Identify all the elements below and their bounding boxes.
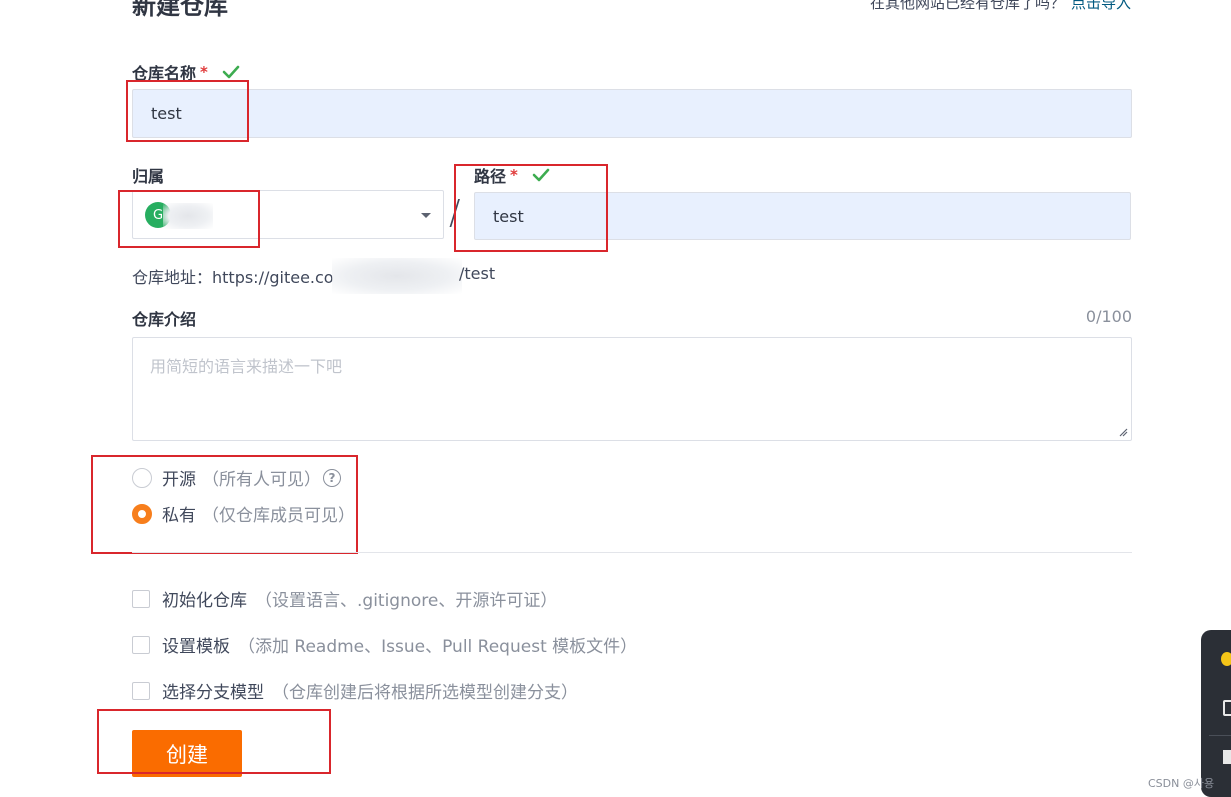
- divider: [1209, 735, 1231, 736]
- redacted-url-segment: [332, 258, 462, 294]
- import-hint: 在其他网站已经有仓库了吗？: [869, 0, 1065, 12]
- owner-label: 归属: [132, 167, 165, 186]
- option-set-template[interactable]: 设置模板 （添加 Readme、Issue、Pull Request 模板文件）: [132, 632, 637, 657]
- floating-side-toolbar[interactable]: [1201, 630, 1231, 797]
- divider: [132, 552, 1132, 553]
- chevron-down-icon: [421, 213, 431, 218]
- option-branch-model[interactable]: 选择分支模型 （仓库创建后将根据所选模型创建分支）: [132, 678, 578, 703]
- option-label: 设置模板: [162, 637, 230, 657]
- description-counter: 0/100: [1085, 307, 1132, 326]
- resize-handle-icon[interactable]: [1119, 428, 1128, 437]
- annotation-box-create: [97, 709, 331, 774]
- check-icon: [222, 65, 240, 79]
- option-label: 选择分支模型: [162, 683, 264, 703]
- option-label: 初始化仓库: [162, 591, 247, 611]
- repo-url-suffix: /test: [459, 264, 496, 283]
- comment-icon[interactable]: [1223, 750, 1231, 764]
- checkbox[interactable]: [132, 635, 150, 654]
- description-label: 仓库介绍: [132, 310, 197, 329]
- import-hint-row: 在其他网站已经有仓库了吗？ 点击导入: [870, 0, 1131, 13]
- option-hint: （设置语言、.gitignore、开源许可证）: [255, 591, 558, 611]
- page-title: 新建仓库: [132, 0, 228, 20]
- description-textarea[interactable]: 用简短的语言来描述一下吧: [132, 337, 1132, 441]
- emoji-icon[interactable]: [1221, 652, 1231, 666]
- checkbox[interactable]: [132, 589, 150, 608]
- annotation-box-path: [454, 164, 608, 252]
- required-mark: *: [200, 63, 208, 81]
- repo-name-input[interactable]: test: [132, 89, 1132, 138]
- description-placeholder: 用简短的语言来描述一下吧: [150, 357, 343, 376]
- annotation-box-name: [126, 80, 249, 142]
- import-link[interactable]: 点击导入: [1071, 0, 1131, 13]
- annotation-box-owner: [118, 190, 260, 248]
- option-hint: （添加 Readme、Issue、Pull Request 模板文件）: [238, 637, 638, 657]
- copy-icon[interactable]: [1223, 700, 1231, 716]
- watermark: CSDN @사용: [1148, 777, 1215, 790]
- option-hint: （仓库创建后将根据所选模型创建分支）: [272, 683, 578, 703]
- repo-url-prefix: 仓库地址：https://gitee.co: [132, 268, 334, 287]
- annotation-box-visibility: [91, 455, 358, 554]
- option-init-repo[interactable]: 初始化仓库 （设置语言、.gitignore、开源许可证）: [132, 586, 557, 611]
- checkbox[interactable]: [132, 681, 150, 700]
